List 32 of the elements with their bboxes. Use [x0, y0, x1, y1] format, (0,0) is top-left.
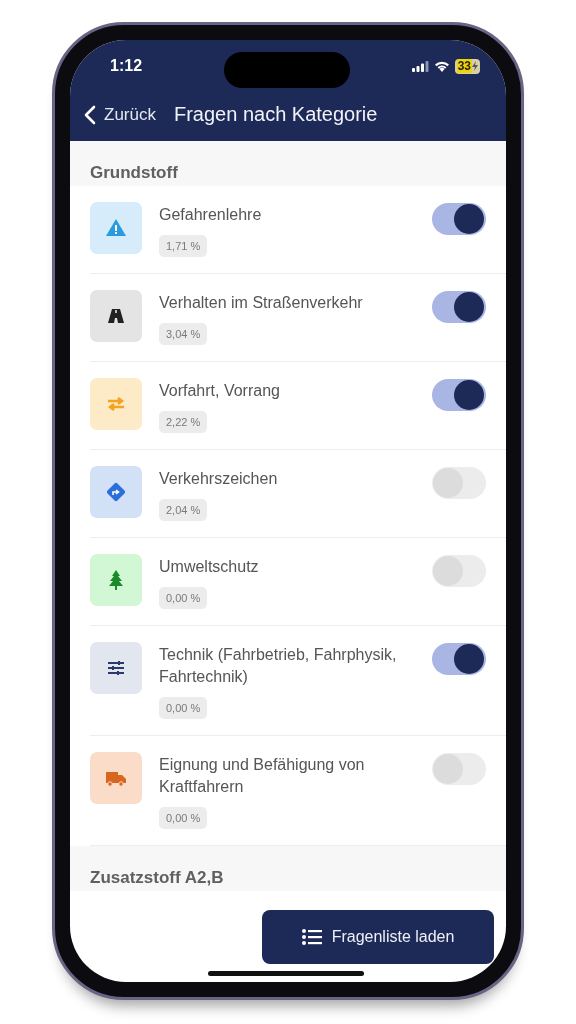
wifi-icon: [433, 60, 450, 72]
toggle-switch[interactable]: [432, 467, 486, 499]
toggle-switch[interactable]: [432, 291, 486, 323]
percentage-badge: 3,04 %: [159, 323, 208, 345]
section-header: Grundstoff: [90, 163, 178, 182]
list-icon: [301, 928, 322, 946]
load-question-list-button[interactable]: Fragenliste laden: [262, 910, 494, 964]
toggle-switch[interactable]: [432, 379, 486, 411]
toggle-switch[interactable]: [432, 555, 486, 587]
percentage-badge: 0,00 %: [159, 807, 208, 829]
percentage-badge: 2,22 %: [159, 411, 208, 433]
percentage-badge: 1,71 %: [159, 235, 208, 257]
status-time: 1:12: [110, 57, 143, 75]
back-chevron-icon: [84, 104, 96, 125]
back-button[interactable]: Zurück: [84, 104, 156, 125]
battery-indicator: 33: [454, 58, 480, 74]
category-title: Umweltschutz: [159, 557, 259, 577]
category-title: Vorfahrt, Vorrang: [159, 381, 280, 401]
toggle-switch[interactable]: [432, 203, 486, 235]
category-title: Gefahrenlehre: [159, 205, 262, 225]
category-title: Eignung und Befähigung von Kraftfahrern: [159, 755, 366, 797]
section-header: Zusatzstoff A2,B: [90, 868, 224, 887]
category-title: Verkehrszeichen: [159, 469, 278, 489]
signal-icon: [411, 60, 429, 72]
category-title: Technik (Fahrbetrieb, Fahrphysik, Fahrtechnik): [159, 645, 398, 687]
percentage-badge: 2,04 %: [159, 499, 208, 521]
category-title: Verhalten im Straßenverkehr: [159, 293, 363, 313]
percentage-badge: 0,00 %: [159, 587, 208, 609]
toggle-switch[interactable]: [432, 753, 486, 785]
toggle-switch[interactable]: [432, 643, 486, 675]
screen-title: Fragen nach Kategorie: [173, 103, 378, 126]
percentage-badge: 0,00 %: [159, 697, 208, 719]
